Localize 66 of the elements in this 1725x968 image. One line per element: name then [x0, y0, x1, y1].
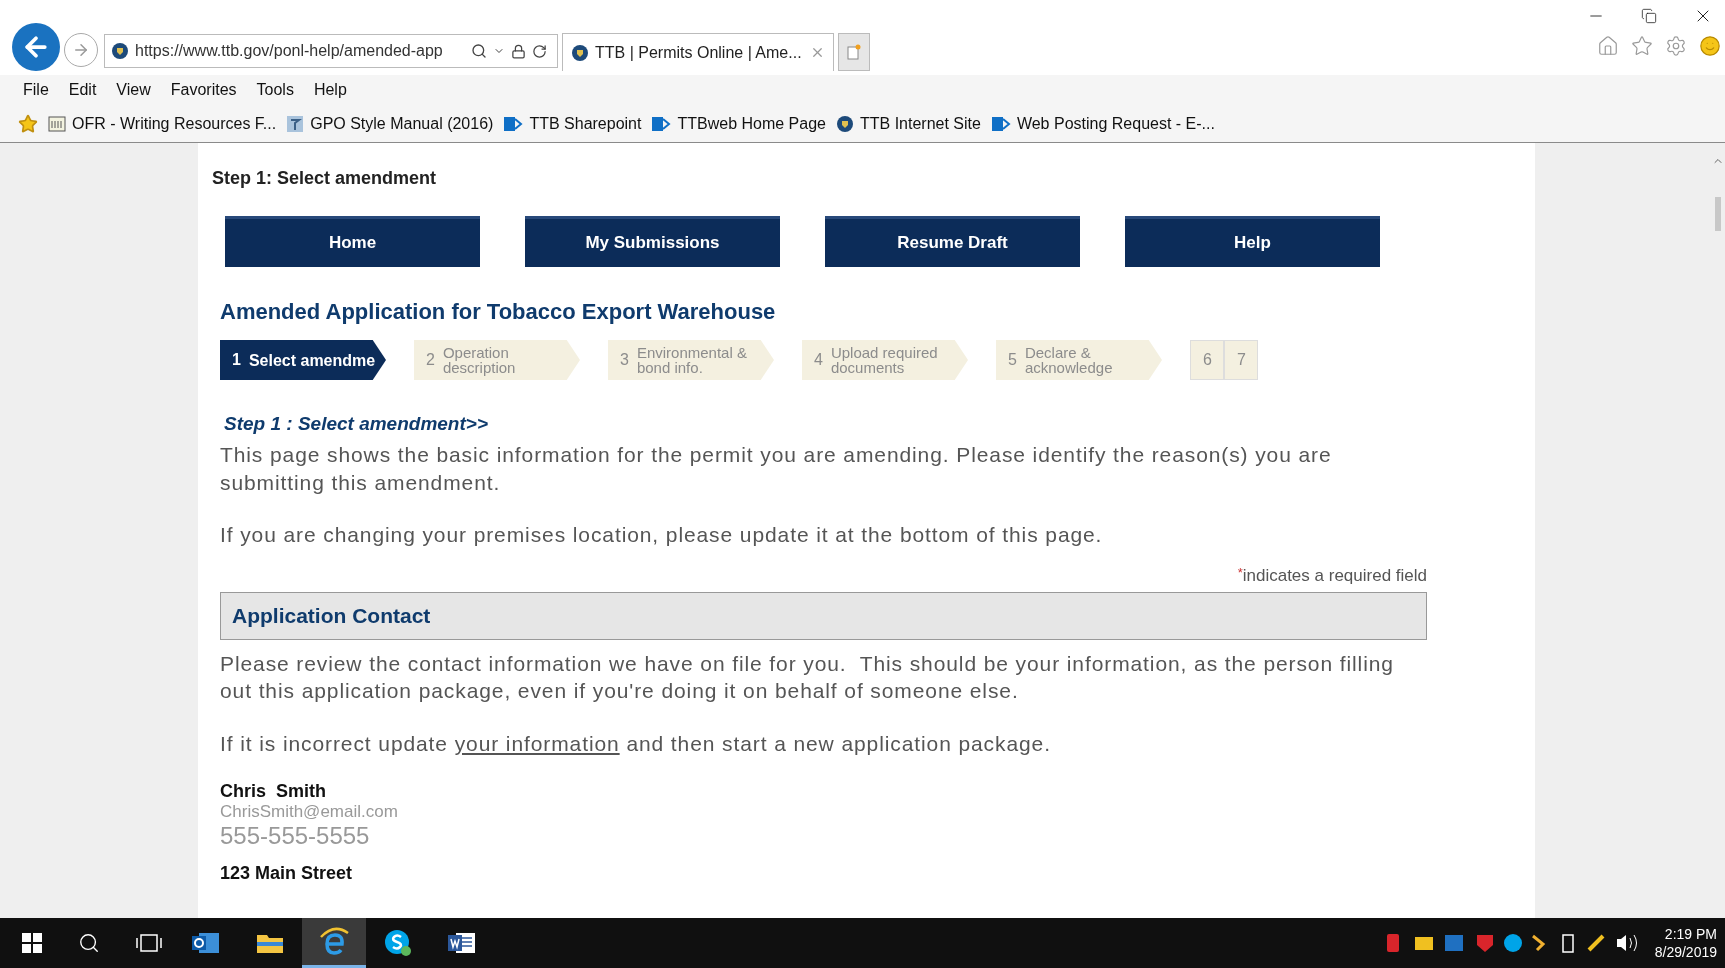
page-heading: Amended Application for Tobacco Export Warehouse	[220, 298, 777, 326]
sharepoint-icon	[503, 114, 524, 133]
required-mark: *	[1237, 563, 1243, 580]
contact-name: Chris Smith	[220, 779, 327, 802]
page-step-title: Step 1: Select amendment	[212, 167, 438, 190]
section-header: Application Contact	[220, 592, 1427, 640]
address-bar[interactable]: https://www.ttb.gov/ponl-help/amended-app	[104, 34, 558, 68]
tab-close-icon[interactable]	[810, 45, 825, 60]
contact-email: ChrisSmith@email.com	[220, 801, 399, 822]
restore-icon[interactable]	[1641, 8, 1657, 24]
menu-item[interactable]: Favorites	[170, 78, 237, 102]
task-view-icon[interactable]	[136, 933, 162, 953]
browser-icon[interactable]	[318, 926, 350, 957]
seal-icon	[571, 43, 589, 62]
favorites-link[interactable]: OFR - Writing Resources F...	[48, 111, 277, 136]
instruction-text: This page shows the basic information for the permit you are amending. Please identify the reason(s) you are submitting this amendment.	[220, 441, 1333, 496]
search-icon[interactable]	[471, 43, 487, 59]
scrollbar-thumb[interactable]	[1715, 197, 1721, 231]
browser-tab[interactable]: TTB | Permits Online | Ame...	[562, 33, 834, 71]
new-tab-icon	[847, 44, 861, 60]
back-button[interactable]	[12, 23, 60, 71]
required-note: indicates a required field	[1242, 564, 1427, 587]
menu-item[interactable]: Help	[313, 78, 347, 102]
contact-phone: 555-555-5555	[220, 821, 371, 850]
address-text: https://www.ttb.gov/ponl-help/amended-app	[135, 41, 444, 61]
favorites-link[interactable]: TTB Internet Site	[835, 111, 981, 136]
seal-icon	[835, 114, 854, 133]
tab-title: TTB | Permits Online | Ame...	[595, 42, 802, 63]
instruction-text: If it is incorrect update your information and then start a new application package.	[220, 731, 1052, 757]
step-subtitle: Step 1 : Select amendment>>	[224, 412, 489, 436]
instruction-text: Please review the contact information we have on file for you. This should be your information, as the person filling out this application package, even if you're doing it on behalf of someone else.	[220, 651, 1395, 704]
menu-item[interactable]: View	[116, 78, 151, 102]
refresh-icon[interactable]	[532, 43, 547, 59]
info-link[interactable]: your information	[454, 732, 620, 755]
favorites-link[interactable]: TTB Sharepoint	[503, 111, 642, 136]
nav-button[interactable]: My Submissions	[525, 216, 780, 267]
mail-app-icon[interactable]	[191, 930, 221, 956]
book-icon	[48, 114, 66, 133]
menu-item[interactable]: File	[23, 78, 49, 102]
instruction-text: If you are changing your premises location, please update it at the bottom of this page.	[220, 521, 1104, 548]
chat-app-icon[interactable]	[383, 928, 413, 958]
document-app-icon[interactable]	[447, 930, 477, 956]
clock-time[interactable]: 2:19 PM	[1664, 925, 1717, 943]
search-icon[interactable]	[78, 932, 100, 954]
nav-button[interactable]: Help	[1125, 216, 1380, 267]
settings-icon[interactable]	[1665, 35, 1687, 57]
favorites-icon[interactable]	[1631, 35, 1653, 57]
favorites-link[interactable]: GPO Style Manual (2016)	[286, 111, 494, 136]
seal-icon	[111, 42, 129, 60]
windows-start-icon[interactable]	[22, 933, 42, 953]
clock-date[interactable]: 8/29/2019	[1654, 943, 1717, 961]
favorites-star-icon[interactable]	[18, 113, 38, 134]
favorites-link[interactable]: TTBweb Home Page	[651, 111, 826, 136]
home-icon[interactable]	[1597, 35, 1619, 57]
sharepoint-icon	[651, 114, 672, 133]
nav-button[interactable]: Resume Draft	[825, 216, 1080, 267]
forward-arrow-icon	[72, 41, 90, 59]
menu-item[interactable]: Edit	[68, 78, 97, 102]
favorites-link[interactable]: Web Posting Request - E-...	[990, 111, 1215, 136]
feedback-icon[interactable]	[1699, 35, 1721, 57]
sharepoint-icon	[990, 114, 1011, 133]
nav-button[interactable]: Home	[225, 216, 480, 267]
menu-item[interactable]: Tools	[256, 78, 294, 102]
step-tab[interactable]: 1 Select amendme	[220, 340, 386, 380]
contact-street: 123 Main Street	[220, 861, 354, 884]
lock-icon	[511, 43, 526, 59]
